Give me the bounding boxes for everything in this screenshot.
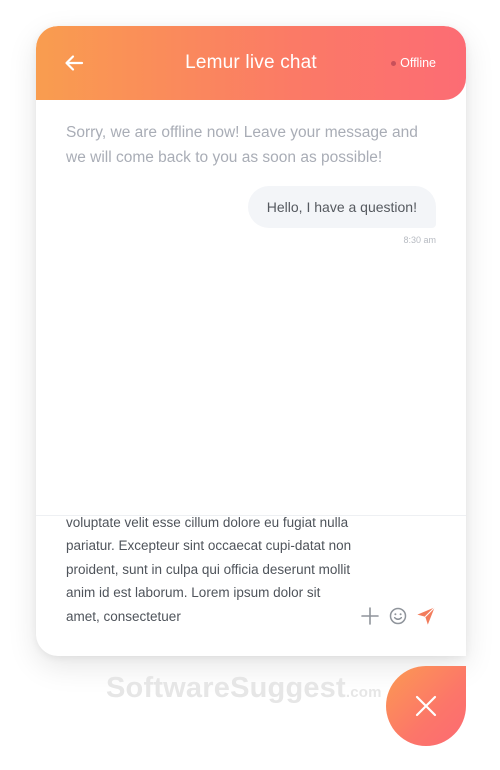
watermark: SoftwareSuggest.com [106,672,382,705]
offline-notice: Sorry, we are offline now! Leave your me… [66,124,418,166]
message-timestamp: 8:30 am [403,235,436,245]
watermark-brand: SoftwareSuggest [106,672,346,704]
chat-window: Lemur live chat Offline Sorry, we are of… [36,26,466,656]
send-button[interactable] [416,606,436,626]
close-chat-button[interactable] [386,666,466,746]
plus-icon [361,607,379,625]
paper-plane-icon [417,606,436,625]
chat-header: Lemur live chat Offline [36,26,466,100]
message-input-text: voluptate velit esse cillum dolore eu fu… [66,516,352,624]
user-message-text: Hello, I have a question! [266,199,417,215]
attach-button[interactable] [360,606,380,626]
smiley-icon [389,607,407,625]
watermark-suffix: .com [345,684,382,701]
message-input[interactable]: voluptate velit esse cillum dolore eu fu… [66,516,356,628]
emoji-button[interactable] [388,606,408,626]
status-label: Offline [400,56,436,70]
close-icon [415,695,437,717]
status-dot [391,60,397,66]
user-message-bubble: Hello, I have a question! [247,186,436,228]
compose-toolbar [360,606,436,626]
status-badge: Offline [391,55,436,71]
